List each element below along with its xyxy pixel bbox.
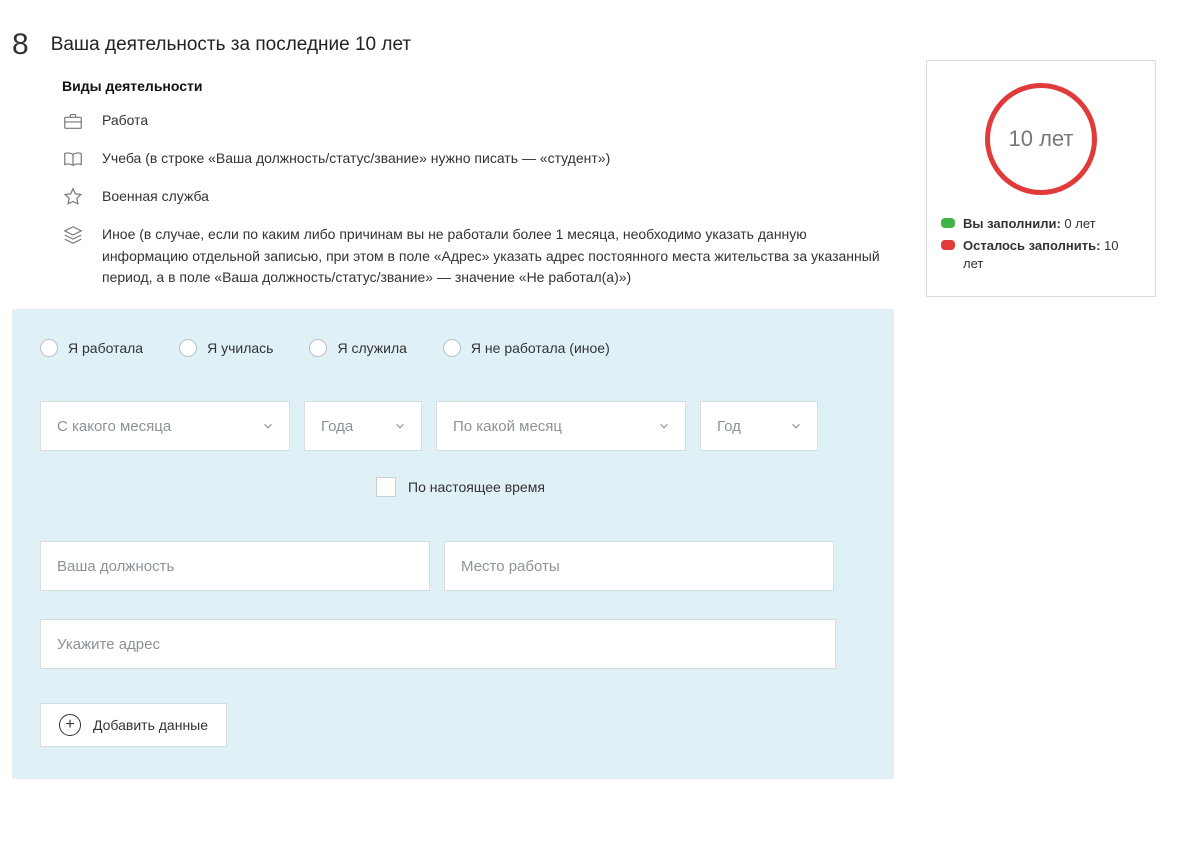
- layers-icon: [62, 224, 84, 246]
- radio-circle-icon: [443, 339, 461, 357]
- activity-label: Учеба (в строке «Ваша должность/статус/з…: [102, 148, 610, 170]
- activity-form-panel: Я работала Я училась Я служила Я не рабо…: [12, 309, 894, 779]
- to-month-select[interactable]: По какой месяц: [436, 401, 686, 451]
- present-checkbox[interactable]: [376, 477, 396, 497]
- radio-circle-icon: [309, 339, 327, 357]
- progress-circle-text: 10 лет: [1008, 126, 1073, 152]
- chevron-down-icon: [789, 419, 803, 433]
- select-placeholder: Года: [321, 418, 353, 435]
- chevron-down-icon: [393, 419, 407, 433]
- section-header: 8 Ваша деятельность за последние 10 лет: [12, 30, 894, 60]
- select-placeholder: Год: [717, 418, 741, 435]
- legend-filled-text: Вы заполнили: 0 лет: [963, 215, 1096, 233]
- activity-item-study: Учеба (в строке «Ваша должность/статус/з…: [62, 148, 894, 170]
- progress-circle: 10 лет: [985, 83, 1097, 195]
- date-range-row: С какого месяца Года По какой месяц: [40, 401, 866, 451]
- activity-label: Иное (в случае, если по каким либо причи…: [102, 224, 892, 289]
- progress-card: 10 лет Вы заполнили: 0 лет Осталось запо…: [926, 60, 1156, 297]
- to-year-select[interactable]: Год: [700, 401, 818, 451]
- progress-circle-wrap: 10 лет: [941, 83, 1141, 195]
- step-title: Ваша деятельность за последние 10 лет: [51, 34, 411, 56]
- plus-circle-icon: +: [59, 714, 81, 736]
- radio-label: Я работала: [68, 340, 143, 356]
- present-checkbox-row: По настоящее время: [376, 477, 866, 497]
- activity-item-other: Иное (в случае, если по каким либо причи…: [62, 224, 894, 289]
- activity-item-service: Военная служба: [62, 186, 894, 208]
- chevron-down-icon: [657, 419, 671, 433]
- dot-red-icon: [941, 240, 955, 250]
- select-placeholder: С какого месяца: [57, 418, 171, 435]
- briefcase-icon: [62, 110, 84, 132]
- radio-label: Я не работала (иное): [471, 340, 610, 356]
- legend-filled-value: 0 лет: [1064, 216, 1095, 231]
- activity-label: Работа: [102, 110, 148, 132]
- step-number: 8: [12, 30, 29, 60]
- workplace-input[interactable]: Место работы: [444, 541, 834, 591]
- star-icon: [62, 186, 84, 208]
- position-workplace-row: Ваша должность Место работы: [40, 541, 866, 591]
- input-placeholder: Ваша должность: [57, 558, 174, 575]
- radio-circle-icon: [40, 339, 58, 357]
- from-year-select[interactable]: Года: [304, 401, 422, 451]
- radio-label: Я училась: [207, 340, 273, 356]
- dot-green-icon: [941, 218, 955, 228]
- input-placeholder: Место работы: [461, 558, 560, 575]
- legend-remaining: Осталось заполнить: 10 лет: [941, 237, 1141, 273]
- radio-work[interactable]: Я работала: [40, 339, 143, 357]
- add-button-label: Добавить данные: [93, 717, 208, 733]
- from-month-select[interactable]: С какого месяца: [40, 401, 290, 451]
- activity-type-radio-group: Я работала Я училась Я служила Я не рабо…: [40, 339, 866, 357]
- present-checkbox-label: По настоящее время: [408, 479, 545, 495]
- legend-remaining-text: Осталось заполнить: 10 лет: [963, 237, 1141, 273]
- add-data-button[interactable]: + Добавить данные: [40, 703, 227, 747]
- book-icon: [62, 148, 84, 170]
- chevron-down-icon: [261, 419, 275, 433]
- activity-list: Работа Учеба (в строке «Ваша должность/с…: [62, 110, 894, 289]
- legend-remaining-label: Осталось заполнить:: [963, 238, 1100, 253]
- input-placeholder: Укажите адрес: [57, 636, 160, 653]
- activity-item-work: Работа: [62, 110, 894, 132]
- activities-subtitle: Виды деятельности: [62, 78, 894, 94]
- radio-circle-icon: [179, 339, 197, 357]
- activity-label: Военная служба: [102, 186, 209, 208]
- legend-filled: Вы заполнили: 0 лет: [941, 215, 1141, 233]
- radio-service[interactable]: Я служила: [309, 339, 406, 357]
- select-placeholder: По какой месяц: [453, 418, 562, 435]
- radio-label: Я служила: [337, 340, 406, 356]
- radio-study[interactable]: Я училась: [179, 339, 273, 357]
- position-input[interactable]: Ваша должность: [40, 541, 430, 591]
- radio-none[interactable]: Я не работала (иное): [443, 339, 610, 357]
- legend-filled-label: Вы заполнили:: [963, 216, 1061, 231]
- address-input[interactable]: Укажите адрес: [40, 619, 836, 669]
